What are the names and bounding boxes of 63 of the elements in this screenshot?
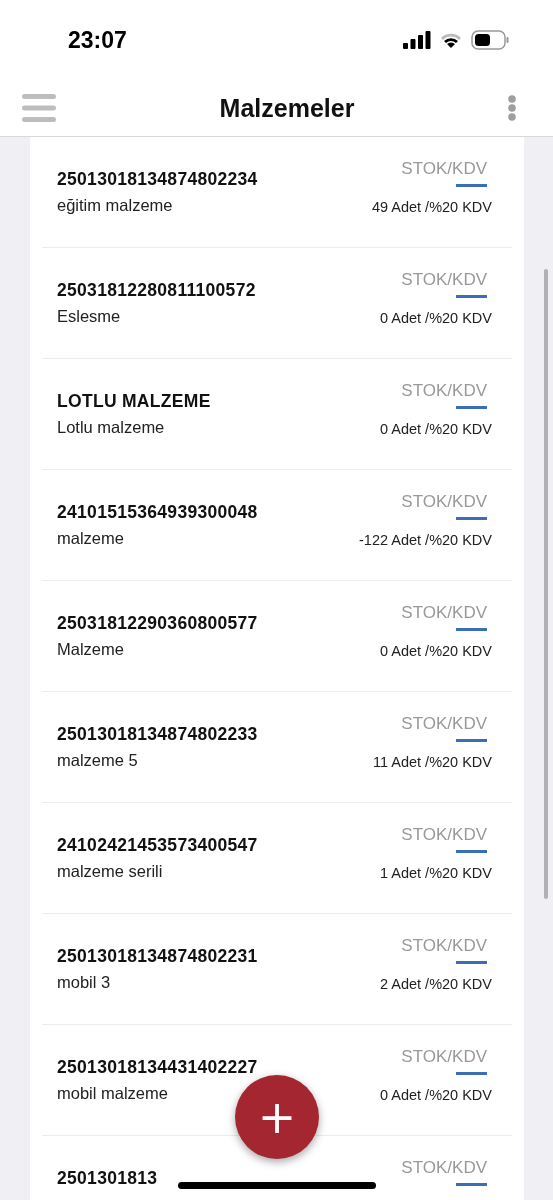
stock-vat-label: STOK/KDV [401, 1047, 487, 1067]
stock-vat-label: STOK/KDV [401, 714, 487, 734]
page-title: Malzemeler [219, 93, 355, 123]
stock-vat-label: STOK/KDV [401, 159, 487, 179]
material-row[interactable]: 24102421453573400547 malzeme serili STOK/KDV 1 Adet /%20 KDV [42, 803, 512, 914]
underline-bar [456, 1183, 487, 1186]
battery-icon [471, 30, 509, 50]
stock-vat-label: STOK/KDV [401, 825, 487, 845]
stock-vat-label: STOK/KDV [401, 936, 487, 956]
underline-bar [456, 628, 487, 631]
material-name: mobil 3 [57, 973, 112, 992]
stock-amount: 0 Adet /%20 KDV [379, 1087, 492, 1103]
material-name: eğitim malzeme [57, 196, 174, 215]
material-code: 25031812280811100572 [57, 280, 256, 301]
clock-time: 23:07 [68, 26, 127, 54]
more-options-icon[interactable] [508, 95, 516, 121]
material-row[interactable]: 25013018134874802234 eğitim malzeme STOK/KDV 49 Adet /%20 KDV [42, 137, 512, 248]
material-row[interactable]: 25013018134874802231 mobil 3 STOK/KDV 2 Adet /%20 KDV [42, 914, 512, 1025]
stock-amount: 0 Adet /%20 KDV [379, 421, 492, 437]
material-name: Lotlu malzeme [57, 418, 166, 437]
stock-vat-label: STOK/KDV [401, 381, 487, 401]
material-code: 25013018134874802234 [57, 169, 258, 190]
material-name: malzeme 5 [57, 751, 139, 770]
material-name: Malzeme [57, 640, 125, 659]
material-name: malzeme [57, 529, 125, 548]
stock-amount: 11 Adet /%20 KDV [372, 754, 492, 770]
material-code: LOTLU MALZEME [57, 391, 211, 412]
material-code: 25031812290360800577 [57, 613, 258, 634]
material-row[interactable]: 25013018134874802233 malzeme 5 STOK/KDV 11 Adet /%20 KDV [42, 692, 512, 803]
underline-bar [456, 739, 487, 742]
underline-bar [456, 295, 487, 298]
stock-vat-label: STOK/KDV [401, 492, 487, 512]
stock-amount: 1 Adet /%20 KDV [379, 865, 492, 881]
material-name: mobil malzeme [57, 1084, 169, 1103]
material-code: 25013018134874802233 [57, 724, 258, 745]
wifi-icon [439, 31, 463, 49]
underline-bar [456, 517, 487, 520]
stock-amount: 0 Adet /%20 KDV [379, 643, 492, 659]
stock-amount: 49 Adet /%20 KDV [371, 199, 492, 215]
material-name: Eslesme [57, 307, 122, 326]
material-row[interactable]: 25031812290360800577 Malzeme STOK/KDV 0 Adet /%20 KDV [42, 581, 512, 692]
underline-bar [456, 850, 487, 853]
underline-bar [456, 184, 487, 187]
material-row[interactable]: 25031812280811100572 Eslesme STOK/KDV 0 Adet /%20 KDV [42, 248, 512, 359]
underline-bar [456, 961, 487, 964]
material-code: 25013018134431402227 [57, 1057, 258, 1078]
material-row[interactable]: LOTLU MALZEME Lotlu malzeme STOK/KDV 0 Adet /%20 KDV [42, 359, 512, 470]
menu-icon[interactable] [22, 94, 56, 122]
material-code: 24101515364939300048 [57, 502, 258, 523]
stock-vat-label: STOK/KDV [401, 603, 487, 623]
stock-amount: 0 Adet /%20 KDV [379, 310, 492, 326]
underline-bar [456, 1072, 487, 1075]
material-code: 24102421453573400547 [57, 835, 258, 856]
material-name: malzeme serili [57, 862, 164, 881]
stock-amount: 2 Adet /%20 KDV [379, 976, 492, 992]
underline-bar [456, 406, 487, 409]
signal-icon [403, 31, 431, 49]
stock-amount: -122 Adet /%20 KDV [359, 532, 492, 548]
material-code: 2501301813 [57, 1168, 158, 1189]
stock-vat-label: STOK/KDV [401, 1158, 487, 1178]
material-row[interactable]: 24101515364939300048 malzeme STOK/KDV -122 Adet /%20 KDV [42, 470, 512, 581]
material-code: 25013018134874802231 [57, 946, 258, 967]
stock-vat-label: STOK/KDV [401, 270, 487, 290]
